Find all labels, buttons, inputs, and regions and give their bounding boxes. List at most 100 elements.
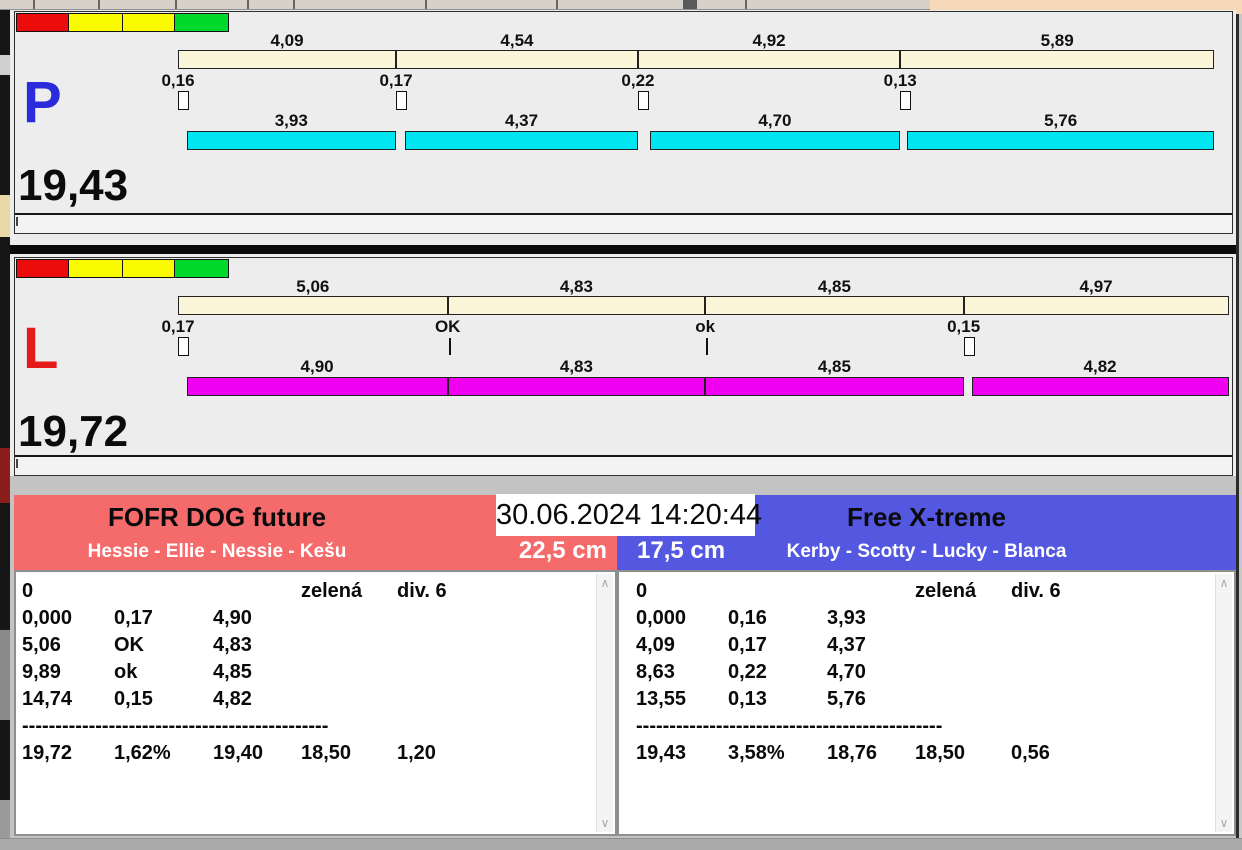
result-row: 13,55 0,13 5,76 [636, 688, 1214, 715]
team-dog-names: Hessie - Ellie - Nessie - Kešu [87, 541, 347, 562]
dog-run-bar [971, 377, 1229, 396]
result-cell: 4,85 [213, 661, 252, 683]
scrollbar[interactable]: ∧ ∨ [1215, 574, 1232, 832]
totals-row: 19,43 3,58% 18,76 18,50 0,56 [636, 742, 1214, 769]
lane-panel-l: 5,06 0,17 4,90 4,83 OK 4,83 4,85 ok 4,85 4,97 0,15… [14, 257, 1233, 476]
split-time-label: 4,09 [270, 31, 304, 50]
result-row: 4,09 0,17 4,37 [636, 634, 1214, 661]
scroll-up-icon[interactable]: ∧ [1216, 576, 1232, 590]
indicator-light [174, 259, 229, 278]
result-row: 0,000 0,17 4,90 [22, 607, 595, 634]
result-cell [915, 661, 1011, 688]
dog-run-label: 5,76 [1044, 111, 1078, 130]
result-cell [301, 688, 397, 715]
result-row: 5,06 OK 4,83 [22, 634, 595, 661]
result-cell: 3,58% [728, 742, 785, 764]
split-time-bar [447, 296, 706, 315]
lane-divider [10, 245, 1236, 254]
result-cell [397, 688, 595, 715]
top-edge-tick [745, 0, 747, 9]
split-time-label: 4,83 [559, 277, 593, 296]
split-time-bar [637, 50, 901, 69]
changeover-marker [395, 91, 407, 110]
scroll-up-icon[interactable]: ∧ [597, 576, 613, 590]
indicator-light [174, 13, 229, 32]
changeover-marker [963, 337, 975, 356]
lane-bottom-strip [15, 213, 1232, 233]
start-indicator-lights [16, 13, 229, 32]
result-cell: 0,56 [1011, 742, 1050, 764]
split-time-label: 5,06 [296, 277, 330, 296]
result-cell: 0 [636, 580, 648, 602]
dog-run-bar [447, 377, 706, 396]
result-cell [915, 688, 1011, 715]
top-edge-fragment [683, 0, 697, 9]
result-cell: 0,17 [728, 634, 767, 656]
scroll-down-icon[interactable]: ∨ [1216, 816, 1232, 830]
top-edge-tick [98, 0, 100, 9]
scrollbar[interactable]: ∧ ∨ [596, 574, 613, 832]
result-cell: 0,000 [22, 607, 73, 629]
result-cell [397, 607, 595, 634]
split-time-label: 5,89 [1040, 31, 1074, 50]
split-time-label: 4,97 [1079, 277, 1113, 296]
dog-run-label: 4,70 [758, 111, 792, 130]
info-row: 0 zelená div. 6 [636, 580, 1214, 607]
lane-p-timing-chart: 4,09 0,16 3,93 4,54 0,17 4,37 4,92 0,22 4,70 5,89… [15, 12, 1232, 212]
result-cell [301, 661, 397, 688]
result-cell [915, 634, 1011, 661]
team-results-area[interactable]: 0 zelená div. 6 0,000 0,16 3,93 4,09 0,17 4,37 8,… [617, 570, 1236, 836]
result-cell [213, 580, 301, 607]
start-indicator-lights [16, 259, 229, 278]
result-cell: div. 6 [1011, 580, 1061, 602]
split-time-bar [900, 50, 1215, 69]
result-cell: 3,93 [827, 607, 866, 629]
result-cell [827, 580, 915, 607]
dog-run-label: 4,90 [300, 357, 334, 376]
separator-dashes: ----------------------------------------… [22, 715, 329, 737]
split-time-label: 4,54 [500, 31, 534, 50]
result-cell: 4,37 [827, 634, 866, 656]
changeover-label: 0,17 [379, 71, 413, 90]
result-cell: 1,62% [114, 742, 171, 764]
result-cell: 13,55 [636, 688, 687, 710]
dog-run-bar [649, 131, 901, 150]
changeover-label: OK [434, 317, 461, 336]
dog-run-bar [405, 131, 638, 150]
dog-run-label: 4,85 [817, 357, 851, 376]
top-edge-tick [556, 0, 558, 9]
left-edge-fragment [0, 448, 10, 503]
changeover-marker [178, 337, 189, 356]
result-row: 0,000 0,16 3,93 [636, 607, 1214, 634]
scroll-down-icon[interactable]: ∨ [597, 816, 613, 830]
result-cell [1011, 634, 1214, 661]
datetime-display: 30.06.2024 14:20:44 [496, 494, 762, 536]
result-cell: 0 [22, 580, 34, 602]
result-cell: zelená [915, 580, 977, 602]
changeover-label: 0,16 [161, 71, 195, 90]
result-cell: 9,89 [22, 661, 61, 683]
result-cell: 0,17 [114, 607, 153, 629]
lane-total-time: 19,72 [18, 407, 129, 456]
split-time-bar [178, 50, 396, 69]
result-cell: zelená [301, 580, 363, 602]
team-results-area[interactable]: 0 zelená div. 6 0,000 0,17 4,90 5,06 OK 4,83 9,89… [14, 570, 617, 836]
top-edge-tick [175, 0, 177, 9]
result-row: 8,63 0,22 4,70 [636, 661, 1214, 688]
lane-letter: P [23, 70, 62, 135]
dog-run-label: 3,93 [274, 111, 308, 130]
result-cell: 19,43 [636, 742, 687, 764]
result-cell: 0,16 [728, 607, 767, 629]
top-edge-tick [425, 0, 427, 9]
result-cell: 4,70 [827, 661, 866, 683]
result-cell [397, 634, 595, 661]
app-stage: 4,09 0,16 3,93 4,54 0,17 4,37 4,92 0,22 4,70 5,89… [0, 0, 1242, 850]
background-window-left-edge [0, 10, 10, 838]
result-cell: 18,50 [301, 742, 352, 764]
background-window-peach [1236, 0, 1242, 14]
split-time-bar [705, 296, 964, 315]
left-edge-fragment [0, 55, 10, 75]
changeover-ok-tick [448, 338, 451, 355]
result-cell: ok [114, 661, 138, 683]
top-edge-tick [247, 0, 249, 9]
